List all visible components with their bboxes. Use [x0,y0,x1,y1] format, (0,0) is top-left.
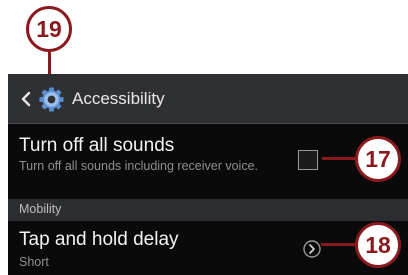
section-header-label: Mobility [19,202,62,216]
callout-17-label: 17 [365,145,391,172]
back-arrow-icon[interactable] [17,90,35,108]
turn-off-sounds-row[interactable]: Turn off all sounds Turn off all sounds … [8,124,408,199]
tap-and-hold-title: Tap and hold delay [19,229,179,250]
turn-off-sounds-subtitle: Turn off all sounds including receiver v… [19,159,259,173]
section-header-mobility: Mobility [8,199,408,221]
callout-19-label: 19 [36,15,62,42]
callout-18: 18 [355,222,401,268]
turn-off-sounds-title: Turn off all sounds [19,135,175,156]
callout-18-label: 18 [365,231,391,258]
chevron-right-icon[interactable] [303,240,321,258]
callout-19: 19 [26,6,72,52]
callout-17: 17 [355,136,401,182]
page-title: Accessibility [72,89,165,108]
callout-17-leader [322,157,358,160]
action-bar: Accessibility [8,74,408,124]
tap-and-hold-delay-row[interactable]: Tap and hold delay Short [8,221,408,275]
turn-off-sounds-checkbox[interactable] [298,150,318,170]
callout-18-leader [321,243,358,246]
gear-icon[interactable] [38,86,65,113]
tap-and-hold-value: Short [19,255,49,269]
